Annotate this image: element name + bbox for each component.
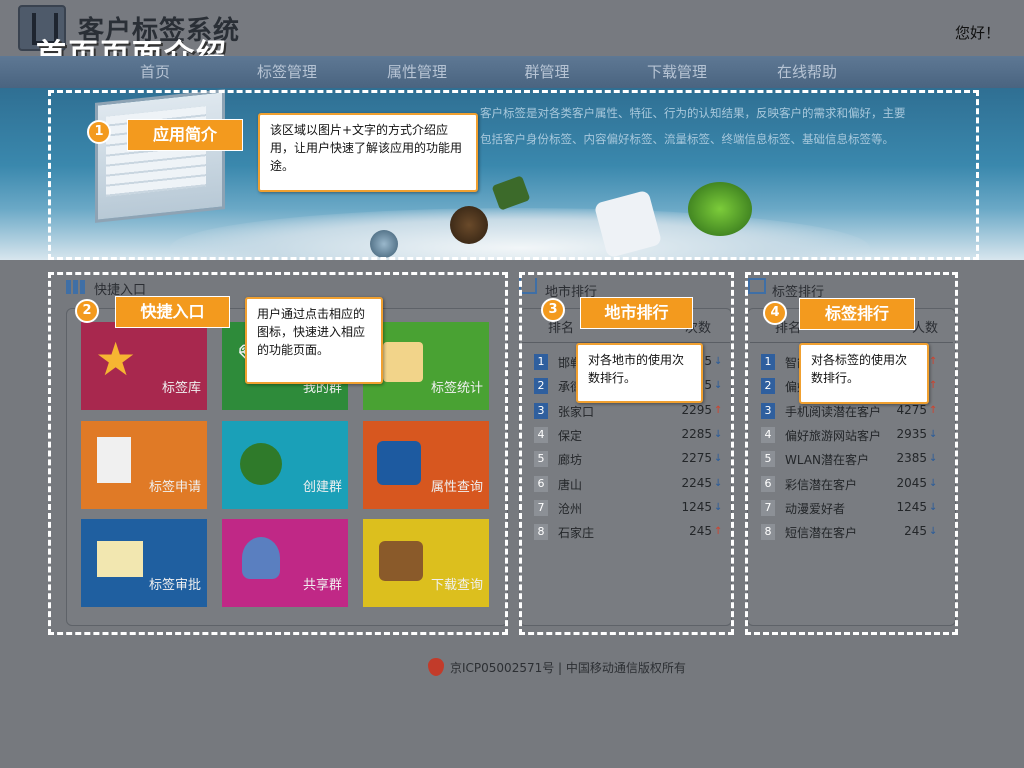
callout-badge-2: 2	[75, 299, 99, 323]
callout-title-intro: 应用简介	[127, 119, 243, 151]
nav-item-group-management[interactable]: 群管理	[482, 56, 612, 88]
callout-title-city: 地市排行	[580, 297, 693, 329]
nav-item-attribute-management[interactable]: 属性管理	[352, 56, 482, 88]
callout-badge-4: 4	[763, 301, 787, 325]
callout-badge-3: 3	[541, 298, 565, 322]
nav-item-online-help[interactable]: 在线帮助	[742, 56, 872, 88]
header: 客户标签系统 首页页面介绍 您好！	[0, 0, 1024, 73]
callout-note-quick: 用户通过点击相应的图标，快速进入相应的功能页面。	[245, 297, 383, 384]
callout-badge-1: 1	[87, 120, 111, 144]
callout-title-quick: 快捷入口	[115, 296, 230, 328]
callout-note-city: 对各地市的使用次数排行。	[576, 343, 703, 403]
greeting-text: 您好！	[954, 24, 1000, 42]
nav-item-download-management[interactable]: 下载管理	[612, 56, 742, 88]
callout-title-tag: 标签排行	[799, 298, 915, 330]
callout-note-intro: 该区域以图片+文字的方式介绍应用，让用户快速了解该应用的功能用途。	[258, 113, 478, 192]
callout-note-tag: 对各标签的使用次数排行。	[799, 343, 929, 404]
police-badge-icon	[428, 658, 444, 676]
footer-copyright: 京ICP05002571号 | 中国移动通信版权所有	[450, 661, 686, 675]
main-nav: 首页 标签管理 属性管理 群管理 下载管理 在线帮助	[0, 56, 1024, 88]
callout-frame-intro	[48, 90, 979, 260]
nav-item-home[interactable]: 首页	[90, 56, 220, 88]
nav-item-tag-management[interactable]: 标签管理	[222, 56, 352, 88]
